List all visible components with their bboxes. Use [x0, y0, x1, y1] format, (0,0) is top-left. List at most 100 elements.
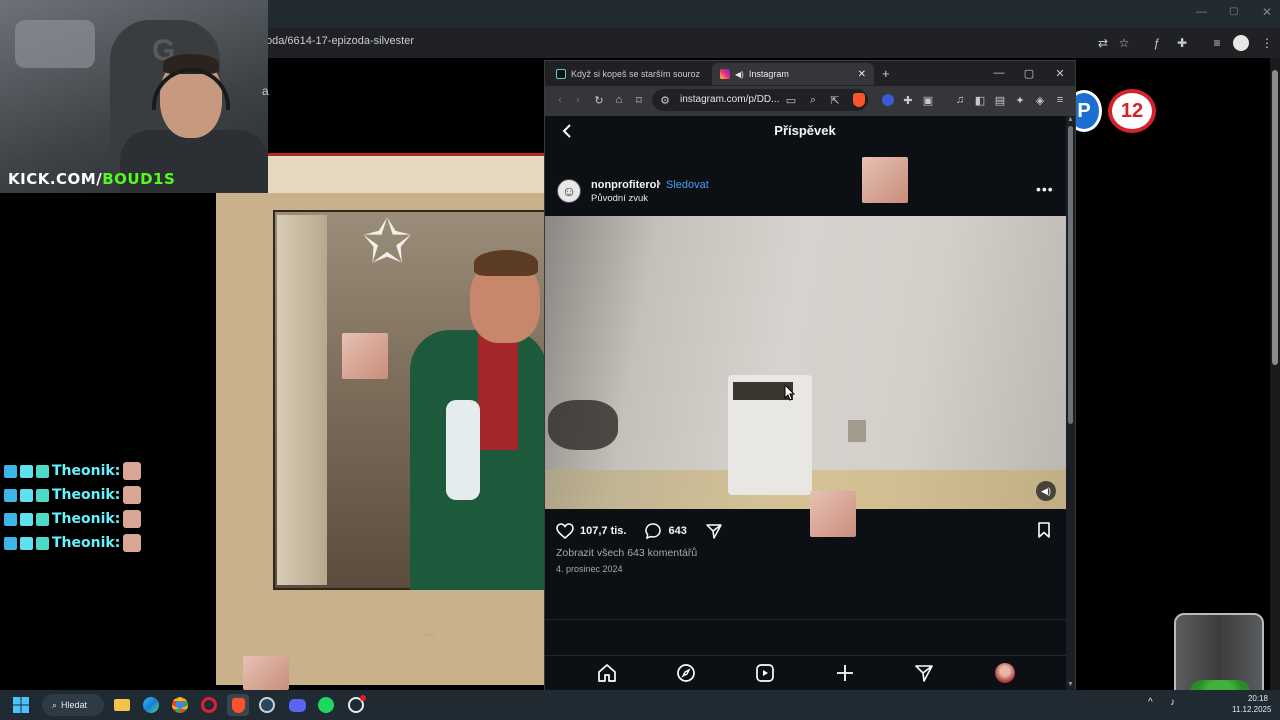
post-username[interactable]: nonprofiterol — [591, 179, 659, 191]
tab-instagram[interactable]: ◀) Instagram ✕ — [712, 63, 874, 85]
site-settings-icon[interactable]: ⚙ — [656, 91, 674, 109]
video-star-decoration: ✩ — [362, 208, 413, 275]
forward-arrow-icon[interactable]: › — [569, 91, 587, 109]
chat-username[interactable]: Theonik: — [52, 535, 120, 551]
steam-icon[interactable] — [256, 694, 278, 716]
home-icon[interactable] — [596, 662, 618, 684]
chat-badge-icon — [20, 512, 33, 526]
front-minimize-button[interactable]: — — [986, 64, 1012, 82]
chat-badge-icon — [4, 488, 17, 502]
ai-sparkle-icon[interactable]: ✦ — [1011, 91, 1029, 109]
chat-gift-icon — [36, 488, 49, 502]
media-queue-icon[interactable]: ≡ — [1208, 34, 1226, 52]
post-actions: 107,7 tis. 643 — [556, 521, 723, 541]
edge-icon[interactable] — [140, 694, 162, 716]
bookmark-star-icon[interactable]: ☆ — [1115, 34, 1133, 52]
opera-icon[interactable] — [198, 694, 220, 716]
back-address-bar[interactable]: oda/6614-17-epizoda-silvester — [266, 35, 414, 47]
wallet-icon[interactable]: ▤ — [991, 91, 1009, 109]
follow-button[interactable]: Sledovat — [666, 179, 709, 191]
chat-emote — [123, 486, 142, 504]
profile-avatar-icon[interactable] — [1232, 34, 1250, 52]
tray-chevron-icon[interactable]: ^ — [1148, 697, 1153, 708]
kick-prefix: KICK.COM/ — [8, 170, 103, 188]
new-tab-button[interactable]: + — [882, 66, 890, 81]
chat-username[interactable]: Theonik: — [52, 487, 120, 503]
chat-message: Theonik: — [4, 533, 142, 553]
back-minimize-button[interactable]: — — [1196, 6, 1207, 18]
tiktok-icon — [556, 69, 566, 79]
back-arrow-icon[interactable]: ‹ — [551, 91, 569, 109]
file-explorer-icon[interactable] — [111, 694, 133, 716]
clock-date: 11.12.2025 — [1232, 705, 1272, 714]
back-maximize-button[interactable]: ▢ — [1229, 6, 1238, 17]
taskbar-clock[interactable]: 20:18 11.12.2025 — [1232, 693, 1272, 715]
search-label: Hledat — [61, 700, 88, 710]
back-chevron-icon[interactable] — [558, 122, 576, 140]
direct-icon[interactable] — [913, 662, 935, 684]
chat-emote — [123, 510, 142, 528]
taskbar-search[interactable]: ⌕ Hledat — [42, 694, 104, 716]
sidebar-icon[interactable]: ◧ — [971, 91, 989, 109]
original-audio-link[interactable]: Původní zvuk — [591, 193, 648, 204]
back-scrollbar-thumb[interactable] — [1272, 70, 1278, 365]
save-bookmark-icon[interactable] — [1036, 521, 1052, 539]
likes-count[interactable]: 107,7 tis. — [580, 525, 626, 537]
webcam-side-text: a — [262, 84, 269, 98]
volume-icon[interactable]: ◀) — [1036, 481, 1056, 501]
music-icon[interactable]: ♫ — [951, 91, 969, 109]
view-all-comments-link[interactable]: Zobrazit všech 643 komentářů — [556, 547, 697, 559]
front-close-button[interactable]: ✕ — [1047, 64, 1073, 82]
ig-scroll-up-icon[interactable]: ▲ — [1067, 116, 1074, 123]
share-icon[interactable]: ⇱ — [826, 91, 844, 109]
extensions-icon[interactable]: ✚ — [899, 91, 917, 109]
wallet-icon[interactable]: ▣ — [919, 91, 937, 109]
video-person-shirt — [478, 330, 518, 450]
extensions-puzzle-icon[interactable]: ✚ — [1173, 34, 1191, 52]
brave-icon[interactable] — [227, 694, 249, 716]
home-icon[interactable]: ⌂ — [610, 91, 628, 109]
reload-icon[interactable]: ↻ — [590, 91, 608, 109]
chat-emote — [123, 462, 142, 480]
share-paperplane-icon[interactable] — [705, 522, 723, 540]
audio-playing-icon: ◀) — [735, 69, 744, 79]
hamburger-menu-icon[interactable]: ≡ — [1051, 91, 1069, 109]
video-bottle — [446, 400, 480, 500]
discord-icon[interactable] — [286, 694, 308, 716]
like-heart-icon[interactable] — [556, 523, 574, 539]
tab-close-icon[interactable]: ✕ — [858, 69, 866, 80]
explore-icon[interactable] — [675, 662, 697, 684]
post-author-avatar[interactable]: ☺ — [557, 179, 581, 203]
vpn-icon[interactable]: ◈ — [1031, 91, 1049, 109]
zoom-icon[interactable]: ⌕ — [804, 91, 822, 109]
front-address-bar[interactable]: instagram.com/p/DD... — [680, 94, 779, 105]
username-separator: • — [657, 178, 661, 190]
profile-avatar[interactable] — [994, 662, 1016, 684]
brave-shield-icon[interactable] — [850, 91, 868, 109]
back-close-button[interactable]: ✕ — [1262, 5, 1272, 19]
reels-icon[interactable] — [754, 662, 776, 684]
create-icon[interactable] — [834, 662, 856, 684]
chrome-icon[interactable] — [169, 694, 191, 716]
tab-label: Instagram — [748, 69, 789, 79]
kebab-menu-icon[interactable]: ⋮ — [1258, 34, 1276, 52]
chat-username[interactable]: Theonik: — [52, 463, 120, 479]
translate-icon[interactable]: ⇄ — [1094, 34, 1112, 52]
chat-username[interactable]: Theonik: — [52, 511, 120, 527]
comments-count[interactable]: 643 — [668, 525, 686, 537]
windows-start-icon[interactable] — [10, 694, 32, 716]
extension-f-icon[interactable]: ƒ — [1148, 34, 1166, 52]
ig-scroll-down-icon[interactable]: ▼ — [1067, 681, 1074, 688]
bookmark-icon[interactable]: ⌑ — [630, 91, 648, 109]
emote-sticker — [810, 491, 856, 537]
tab-tiktok[interactable]: Když si kopeš se starším sourozencem — [548, 63, 708, 85]
chat-badge-icon — [20, 488, 33, 502]
more-options-icon[interactable]: ••• — [1036, 181, 1054, 197]
microphone-icon[interactable]: ♪ — [1170, 697, 1175, 708]
spotify-icon[interactable] — [315, 694, 337, 716]
extension-blue-icon[interactable] — [879, 91, 897, 109]
comment-bubble-icon[interactable] — [644, 522, 662, 540]
cast-icon[interactable]: ▭ — [782, 91, 800, 109]
front-maximize-button[interactable]: ▢ — [1016, 64, 1042, 82]
ig-scrollbar-thumb[interactable] — [1068, 126, 1073, 424]
